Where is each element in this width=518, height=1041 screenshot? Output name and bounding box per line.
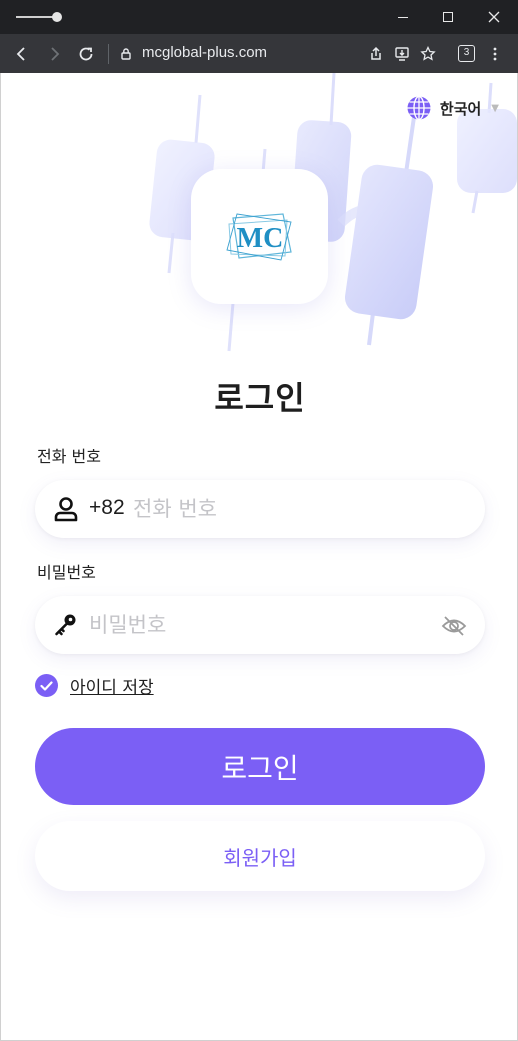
password-input[interactable] bbox=[89, 606, 429, 644]
checkmark-icon bbox=[40, 680, 53, 691]
maximize-icon bbox=[443, 12, 453, 22]
remember-id-label[interactable]: 아이디 저장 bbox=[70, 673, 154, 698]
share-icon bbox=[371, 46, 381, 60]
close-icon bbox=[488, 11, 500, 23]
globe-icon bbox=[407, 95, 431, 121]
titlebar-slider-knob[interactable] bbox=[52, 12, 62, 22]
mc-logo-icon: MC bbox=[225, 212, 292, 261]
download-monitor-icon bbox=[395, 47, 409, 61]
lock-icon bbox=[121, 48, 131, 60]
reload-icon bbox=[79, 47, 93, 61]
phone-label: 전화 번호 bbox=[37, 447, 101, 466]
more-vertical-icon bbox=[493, 47, 497, 61]
browser-menu-button[interactable] bbox=[483, 42, 507, 66]
brand-logo: MC bbox=[191, 169, 328, 304]
logo-text: MC bbox=[236, 223, 283, 254]
country-code-prefix[interactable]: +82 bbox=[89, 496, 125, 520]
chevron-down-icon: ▼ bbox=[491, 102, 499, 114]
phone-input[interactable] bbox=[133, 490, 463, 528]
back-arrow-icon bbox=[16, 47, 25, 61]
phone-field[interactable]: +82 bbox=[35, 480, 485, 538]
install-app-button[interactable] bbox=[390, 42, 414, 66]
eye-off-icon[interactable] bbox=[441, 613, 467, 639]
star-add-icon bbox=[420, 46, 436, 61]
language-label: 한국어 bbox=[439, 99, 482, 118]
close-button[interactable] bbox=[471, 0, 517, 34]
login-button[interactable]: 로그인 bbox=[35, 728, 485, 805]
reload-button[interactable] bbox=[74, 42, 98, 66]
window-titlebar bbox=[0, 0, 518, 34]
address-separator bbox=[108, 44, 109, 64]
url-field[interactable]: mcglobal-plus.com bbox=[142, 44, 267, 61]
language-selector[interactable]: 한국어 ▼ bbox=[406, 95, 499, 121]
back-button[interactable] bbox=[10, 42, 34, 66]
address-bar: mcglobal-plus.com 3 bbox=[0, 34, 518, 73]
share-button[interactable] bbox=[364, 42, 388, 66]
site-info-button[interactable] bbox=[114, 42, 138, 66]
remember-id-option[interactable]: 아이디 저장 bbox=[35, 673, 154, 698]
password-label: 비밀번호 bbox=[37, 563, 96, 582]
maximize-button[interactable] bbox=[425, 0, 471, 34]
page-title: 로그인 bbox=[214, 379, 306, 417]
user-icon bbox=[54, 497, 78, 522]
remember-id-checkbox[interactable] bbox=[35, 674, 58, 697]
forward-arrow-icon bbox=[51, 47, 60, 61]
password-field[interactable] bbox=[35, 596, 485, 654]
signup-button[interactable]: 회원가입 bbox=[35, 821, 485, 891]
minimize-icon bbox=[398, 16, 408, 18]
tab-count-button[interactable]: 3 bbox=[458, 45, 475, 62]
forward-button[interactable] bbox=[42, 42, 66, 66]
bookmark-button[interactable] bbox=[416, 42, 440, 66]
login-page: 한국어 ▼ MC 로그인 전화 번호 +82 비밀번호 bbox=[0, 73, 518, 1041]
key-icon bbox=[55, 614, 76, 636]
minimize-button[interactable] bbox=[380, 0, 426, 34]
